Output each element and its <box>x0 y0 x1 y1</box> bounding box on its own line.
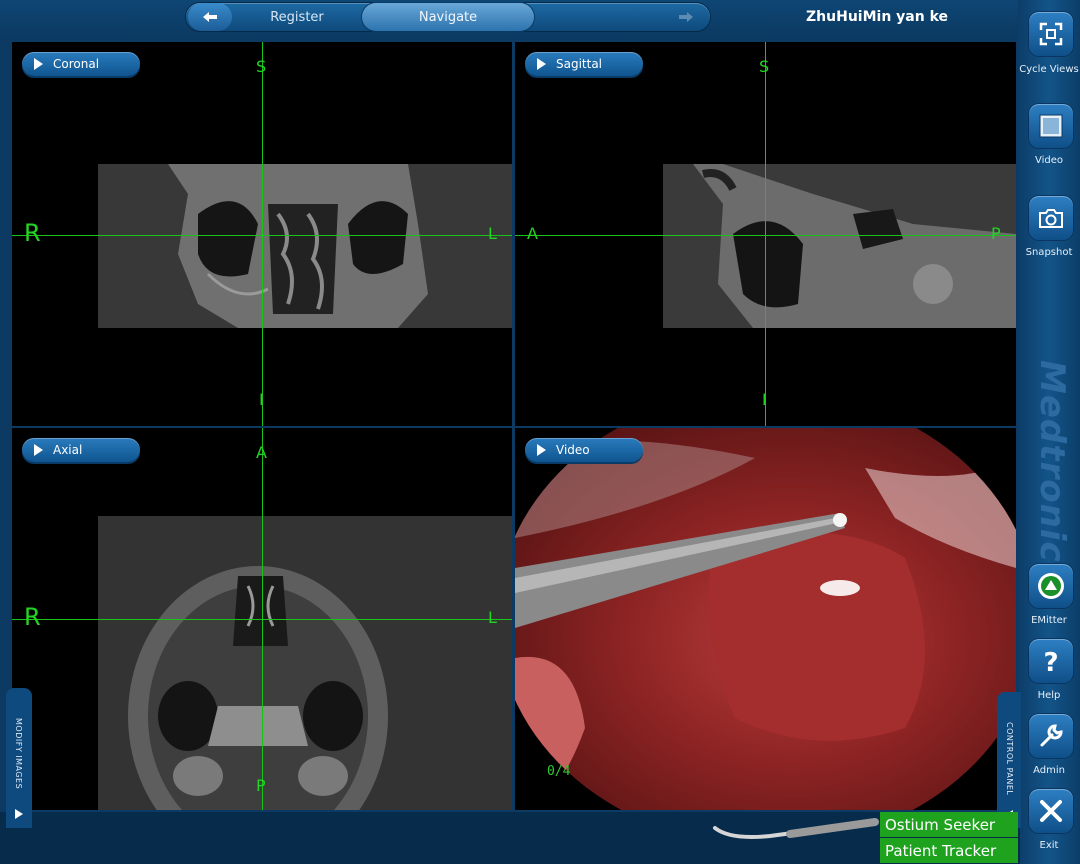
emitter-icon <box>1038 573 1064 599</box>
emitter-button[interactable] <box>1029 564 1073 608</box>
axial-view[interactable]: A P R L Axial <box>12 428 512 810</box>
axial-view-button[interactable]: Axial <box>22 438 140 462</box>
video-label: Video <box>1034 155 1064 166</box>
orientation-right: L <box>488 224 497 243</box>
cycle-views-icon <box>1039 22 1063 46</box>
orientation-top: S <box>759 57 770 76</box>
wrench-icon <box>1040 724 1063 747</box>
play-icon <box>537 58 546 70</box>
ostium-seeker-tool-icon <box>713 818 879 839</box>
crosshair-vertical <box>765 42 766 426</box>
orientation-bottom: P <box>256 776 266 795</box>
expand-right-icon <box>15 809 23 819</box>
coronal-view-button[interactable]: Coronal <box>22 52 140 76</box>
orientation-right: L <box>488 608 497 627</box>
tab-register[interactable]: Register <box>236 3 358 31</box>
crosshair-vertical <box>262 428 263 810</box>
help-button[interactable]: ? <box>1029 639 1073 683</box>
exit-label: Exit <box>1039 840 1059 851</box>
modify-images-label: MODIFY IMAGES <box>14 718 23 790</box>
video-frame-counter: 0/4 <box>547 764 571 779</box>
top-bar: Register Navigate ZhuHuiMin yan ke <box>0 0 1020 40</box>
control-panel-tab[interactable]: CONTROL PANEL <box>997 692 1021 828</box>
cycle-views-button[interactable] <box>1029 12 1073 56</box>
view-label: Axial <box>53 443 83 457</box>
view-label: Video <box>556 443 590 457</box>
svg-text:?: ? <box>1043 648 1058 675</box>
video-view-button[interactable]: Video <box>525 438 643 462</box>
orientation-bottom: I <box>259 390 264 409</box>
close-icon <box>1040 800 1062 822</box>
admin-label: Admin <box>1033 765 1065 776</box>
tool-status-patient-tracker: Patient Tracker <box>880 838 1018 863</box>
admin-button[interactable] <box>1029 714 1073 758</box>
orientation-top: A <box>256 443 267 462</box>
orientation-right: P <box>991 224 1001 243</box>
sagittal-ct-image <box>663 164 1016 328</box>
back-button[interactable] <box>188 3 232 31</box>
orientation-bottom: I <box>762 390 767 409</box>
snapshot-button[interactable] <box>1029 196 1073 240</box>
coronal-view[interactable]: S I R L Coronal <box>12 42 512 426</box>
camera-icon <box>1039 209 1063 228</box>
view-label: Coronal <box>53 57 100 71</box>
play-icon <box>537 444 546 456</box>
video-button[interactable] <box>1029 104 1073 148</box>
video-view[interactable]: 0/4 Video <box>515 428 1016 810</box>
tab-navigate[interactable]: Navigate <box>362 3 534 31</box>
help-label: Help <box>1037 690 1061 701</box>
tool-status-ostium-seeker: Ostium Seeker <box>880 812 1018 837</box>
view-label: Sagittal <box>556 57 603 71</box>
sagittal-view-button[interactable]: Sagittal <box>525 52 643 76</box>
crosshair-vertical <box>262 42 263 426</box>
orientation-left: R <box>24 219 41 247</box>
snapshot-label: Snapshot <box>1025 247 1073 258</box>
modify-images-tab[interactable]: MODIFY IMAGES <box>6 688 32 828</box>
orientation-left: A <box>527 224 538 243</box>
orientation-left: R <box>24 603 41 631</box>
sagittal-view[interactable]: S I A P Sagittal <box>515 42 1016 426</box>
right-arrow-icon <box>679 12 693 22</box>
play-icon <box>34 58 43 70</box>
user-name: ZhuHuiMin yan ke <box>806 9 948 25</box>
control-panel-label: CONTROL PANEL <box>1005 722 1014 796</box>
play-icon <box>34 444 43 456</box>
cycle-views-label: Cycle Views <box>1019 64 1079 75</box>
question-icon: ? <box>1043 648 1058 675</box>
right-sidebar: Cycle Views Video Snapshot Medtronic EMi… <box>1018 0 1080 864</box>
brand-logo: Medtronic <box>1032 360 1072 563</box>
axial-ct-image <box>98 516 512 810</box>
forward-button[interactable] <box>664 3 708 31</box>
orientation-top: S <box>256 57 267 76</box>
video-icon <box>1039 114 1063 138</box>
exit-button[interactable] <box>1029 789 1073 833</box>
emitter-label: EMitter <box>1031 615 1067 626</box>
coronal-ct-image <box>98 164 512 328</box>
endoscope-video-feed <box>515 428 1016 810</box>
left-arrow-icon <box>203 12 217 22</box>
